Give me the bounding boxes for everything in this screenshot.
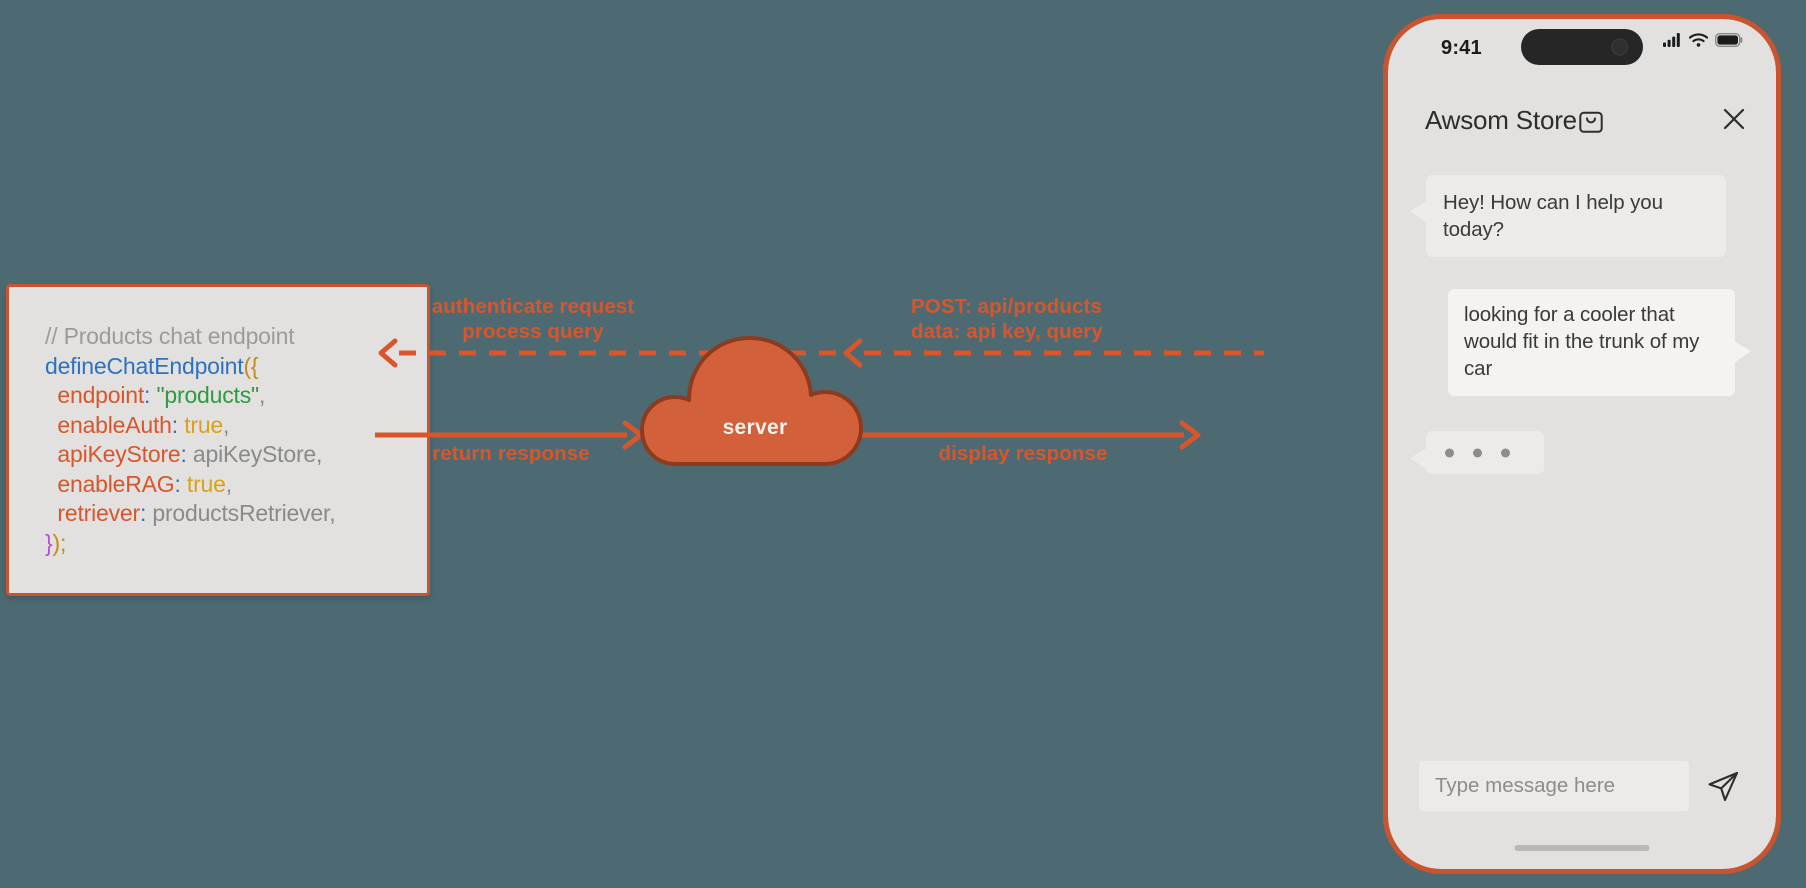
arrow-label-authenticate: authenticate request process query bbox=[431, 295, 635, 343]
battery-full-icon bbox=[1715, 33, 1743, 47]
arrow-post bbox=[843, 338, 1264, 368]
front-camera-icon bbox=[1612, 39, 1627, 55]
message-bubble-user: looking for a cooler that would fit in t… bbox=[1448, 289, 1751, 396]
message-input[interactable] bbox=[1419, 761, 1689, 811]
phone-mockup: 9:41 Awsom Store Hey! How can I help you… bbox=[1383, 14, 1781, 874]
dynamic-island bbox=[1521, 29, 1643, 65]
arrow-label-return-response: return response bbox=[432, 442, 590, 465]
code-value-0: "products" bbox=[156, 382, 259, 408]
cellular-signal-icon bbox=[1663, 33, 1680, 47]
code-panel: // Products chat endpoint defineChatEndp… bbox=[6, 284, 430, 596]
status-time: 9:41 bbox=[1441, 37, 1482, 59]
code-value-1: true bbox=[184, 411, 224, 438]
bubble-tail bbox=[1410, 448, 1427, 470]
message-composer bbox=[1388, 761, 1776, 815]
message-text: looking for a cooler that would fit in t… bbox=[1464, 303, 1700, 380]
code-value-3: true bbox=[186, 470, 226, 497]
code-key-0: endpoint bbox=[57, 382, 145, 408]
send-paper-plane-icon bbox=[1708, 771, 1739, 802]
send-button[interactable] bbox=[1706, 769, 1740, 806]
code-block: // Products chat endpoint defineChatEndp… bbox=[45, 323, 336, 556]
code-key-2: apiKeyStore bbox=[57, 441, 181, 467]
code-value-2: apiKeyStore bbox=[192, 441, 317, 467]
message-bubble-bot: Hey! How can I help you today? bbox=[1410, 175, 1726, 257]
page-title: Awsom Store bbox=[1425, 105, 1577, 135]
server-cloud: server bbox=[640, 320, 870, 466]
bubble-tail bbox=[1410, 201, 1427, 223]
shopping-bag-icon bbox=[1579, 111, 1603, 133]
message-list: Hey! How can I help you today? looking f… bbox=[1388, 159, 1776, 659]
typing-dots bbox=[1445, 448, 1510, 457]
code-key-1: enableAuth bbox=[57, 411, 172, 438]
home-indicator bbox=[1514, 845, 1650, 851]
status-bar: 9:41 bbox=[1388, 19, 1776, 75]
server-label: server bbox=[722, 416, 788, 439]
arrow-label-post: POST: api/products data: api key, query bbox=[911, 295, 1103, 343]
code-key-4: retriever bbox=[57, 500, 140, 526]
chat-header: Awsom Store bbox=[1388, 91, 1776, 153]
code-key-3: enableRAG bbox=[57, 470, 175, 497]
close-icon[interactable] bbox=[1722, 107, 1746, 131]
bubble-tail bbox=[1734, 341, 1751, 363]
typing-indicator bbox=[1410, 431, 1544, 474]
code-open-paren: ({ bbox=[243, 352, 259, 379]
cloud-icon bbox=[640, 336, 863, 466]
wifi-icon bbox=[1689, 33, 1708, 47]
code-comment: // Products chat endpoint bbox=[45, 323, 295, 349]
arrow-label-display-response: display response bbox=[938, 442, 1108, 465]
message-text: Hey! How can I help you today? bbox=[1443, 191, 1663, 241]
code-function-name: defineChatEndpoint bbox=[45, 352, 244, 379]
code-value-4: productsRetriever bbox=[152, 500, 330, 526]
